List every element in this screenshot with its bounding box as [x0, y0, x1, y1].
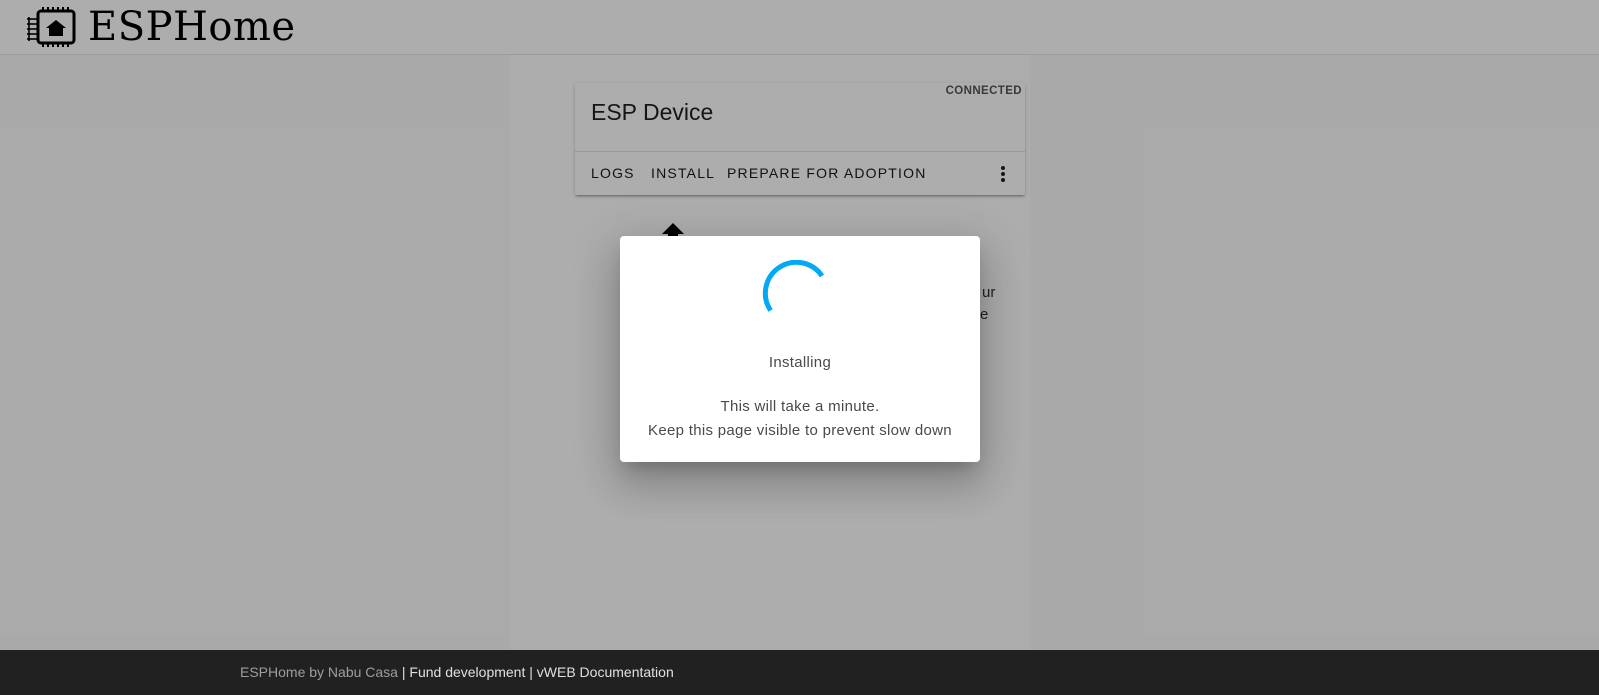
footer-separator: | [525, 664, 537, 680]
version-label: v [536, 664, 544, 680]
dialog-message-line-2: Keep this page visible to prevent slow d… [648, 422, 952, 439]
app-footer: ESPHome by Nabu Casa | Fund development … [0, 650, 1599, 695]
footer-links: ESPHome by Nabu Casa | Fund development … [240, 650, 674, 695]
dialog-message-line-1: This will take a minute. [720, 398, 880, 415]
app-page: ESPHome CONNECTED ESP Device LOGS INSTAL… [0, 0, 1599, 695]
footer-separator: | [397, 664, 410, 680]
footer-byline: ESPHome by Nabu Casa [240, 664, 398, 680]
fund-development-link[interactable]: Fund development [409, 664, 525, 680]
dialog-title: Installing [768, 354, 832, 371]
installing-dialog: Installing This will take a minute. Keep… [620, 236, 980, 462]
loading-spinner-icon [762, 260, 825, 312]
web-documentation-link[interactable]: WEB Documentation [544, 664, 674, 680]
